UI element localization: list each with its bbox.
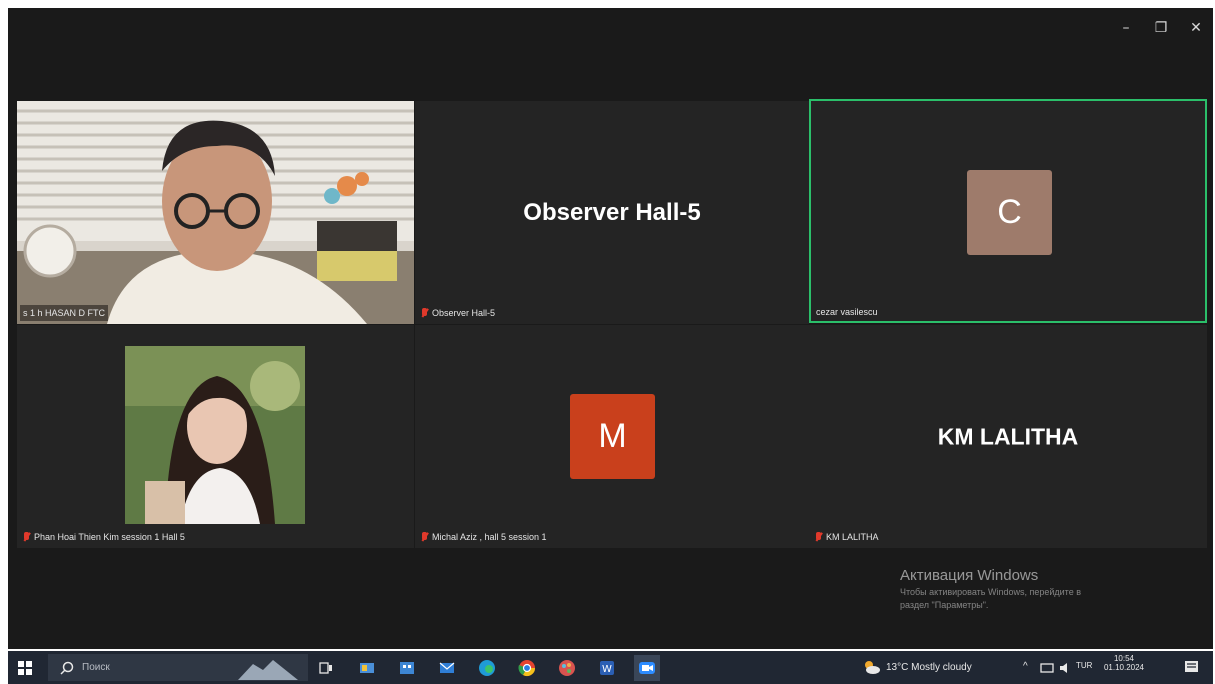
participant-name: Phan Hoai Thien Kim session 1 Hall 5 (34, 532, 185, 542)
tray-chevron-icon[interactable]: ^ (1023, 661, 1028, 672)
maximize-button[interactable]: ❐ (1144, 14, 1178, 42)
participant-name-label: Michal Aziz , hall 5 session 1 (418, 529, 550, 545)
participant-display-name: Observer Hall-5 (523, 198, 701, 226)
watermark-title: Активация Windows (900, 567, 1039, 584)
participant-name-label: Observer Hall-5 (418, 305, 498, 321)
video-tile-hasan[interactable]: s 1 h HASAN D FTC (17, 101, 414, 324)
taskbar-edge[interactable] (474, 655, 500, 681)
svg-text:W: W (602, 664, 612, 675)
taskbar-app-3[interactable] (434, 655, 460, 681)
participant-display-name: KM LALITHA (937, 423, 1079, 449)
task-view-icon (319, 662, 332, 674)
edge-icon (479, 660, 495, 676)
participant-name: cezar vasilescu (816, 307, 878, 317)
windows-logo-icon (18, 661, 32, 675)
muted-mic-icon (23, 532, 30, 542)
avatar: M (570, 394, 655, 479)
language-indicator[interactable]: TUR (1076, 661, 1092, 670)
taskbar-app-1[interactable] (354, 655, 380, 681)
clock-time: 10:54 (1113, 654, 1135, 663)
weather-text: 13°C Mostly cloudy (886, 661, 972, 673)
paint-icon (559, 660, 575, 676)
participant-name: s 1 h HASAN D FTC (23, 308, 106, 318)
video-tile-phan[interactable]: Phan Hoai Thien Kim session 1 Hall 5 (17, 325, 414, 548)
muted-mic-icon (815, 532, 822, 542)
participant-name-label: Phan Hoai Thien Kim session 1 Hall 5 (20, 529, 188, 545)
muted-mic-icon (421, 532, 428, 542)
taskbar-chrome[interactable] (514, 655, 540, 681)
clock[interactable]: 10:54 01.10.2024 (1103, 654, 1145, 672)
weather-widget[interactable]: 13°C Mostly cloudy (863, 659, 972, 675)
video-tile-michal[interactable]: M Michal Aziz , hall 5 session 1 (415, 325, 809, 548)
clock-date: 01.10.2024 (1103, 663, 1145, 672)
network-icon[interactable] (1040, 662, 1054, 674)
search-icon (60, 661, 74, 675)
windows-taskbar: Поиск W 13°C Mostly cloudy ^ TUR 10:54 0… (8, 651, 1213, 684)
participant-name-label: cezar vasilescu (813, 304, 881, 320)
watermark-line-1: Чтобы активировать Windows, перейдите в (900, 587, 1081, 597)
taskbar-app-6[interactable] (554, 655, 580, 681)
participant-name: Observer Hall-5 (432, 308, 496, 318)
minimize-button[interactable]: – (1109, 14, 1143, 42)
taskbar-search-box[interactable]: Поиск (48, 654, 308, 681)
word-icon: W (600, 661, 614, 675)
video-tile-lalitha[interactable]: KM LALITHA KM LALITHA (809, 325, 1207, 548)
mail-icon (439, 662, 455, 673)
participant-video-frame (17, 101, 414, 324)
widgets-icon (360, 663, 374, 673)
start-button[interactable] (12, 655, 38, 681)
windows-activation-watermark: Активация Windows Чтобы активировать Win… (900, 567, 1180, 612)
participant-name: Michal Aziz , hall 5 session 1 (432, 532, 547, 542)
task-view-button[interactable] (313, 655, 339, 681)
zoom-icon (639, 662, 655, 674)
video-tile-observer[interactable]: Observer Hall-5 Observer Hall-5 (415, 101, 809, 324)
participant-name-label: s 1 h HASAN D FTC (20, 305, 109, 321)
taskbar-zoom[interactable] (634, 655, 660, 681)
weather-cloud-icon (865, 661, 880, 674)
participant-name: KM LALITHA (826, 532, 879, 542)
participant-name-label: KM LALITHA (812, 529, 882, 545)
notifications-icon[interactable] (1184, 660, 1200, 676)
volume-icon[interactable] (1058, 662, 1072, 674)
profile-picture (125, 346, 305, 524)
muted-mic-icon (421, 308, 428, 318)
search-highlight-image (238, 660, 298, 680)
watermark-line-2: раздел "Параметры". (900, 600, 989, 610)
zoom-meeting-window: – ❐ ✕ s 1 h HASAN D FTC Observer Hall-5 … (8, 8, 1213, 649)
close-button[interactable]: ✕ (1179, 14, 1213, 42)
video-tile-cezar[interactable]: C cezar vasilescu (809, 99, 1207, 323)
taskbar-word[interactable]: W (594, 655, 620, 681)
chrome-icon (518, 660, 536, 677)
search-placeholder: Поиск (82, 662, 110, 673)
avatar: C (967, 170, 1052, 255)
taskbar-app-2[interactable] (394, 655, 420, 681)
store-icon (400, 662, 414, 674)
